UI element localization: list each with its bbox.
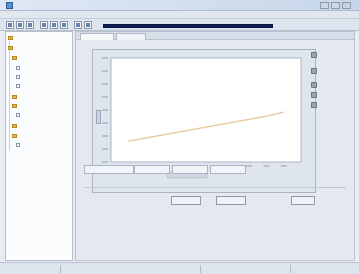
y-tick-label	[102, 161, 108, 163]
cut-icon	[42, 23, 46, 27]
cut-button[interactable]	[40, 21, 48, 29]
app-icon	[6, 2, 13, 9]
y-axis	[102, 57, 108, 163]
toolbar	[0, 19, 359, 31]
grid-icon[interactable]	[311, 102, 317, 108]
status-separator	[290, 265, 291, 273]
folder-icon	[12, 56, 17, 60]
tab-data[interactable]	[116, 33, 146, 40]
menu-bar	[0, 11, 359, 19]
y-tick-label	[102, 70, 108, 72]
file-icon	[16, 75, 20, 79]
divider	[84, 187, 346, 188]
y-tick-label	[102, 109, 108, 111]
file-icon	[16, 143, 20, 147]
new-button[interactable]	[6, 21, 14, 29]
print-button[interactable]	[74, 21, 82, 29]
file-icon	[16, 84, 20, 88]
tab-strip	[76, 32, 354, 40]
copy-button[interactable]	[50, 21, 58, 29]
y-axis-label-box	[96, 110, 101, 124]
save-button[interactable]	[26, 21, 34, 29]
bottom-tab[interactable]	[172, 165, 208, 174]
help-icon	[86, 23, 90, 27]
status-bar	[0, 262, 359, 274]
print-icon	[76, 23, 80, 27]
y-tick-label	[102, 96, 108, 98]
zoom-in-icon[interactable]	[311, 52, 317, 58]
apply-button[interactable]	[171, 196, 201, 205]
tab-graph[interactable]	[80, 33, 114, 40]
minimize-button[interactable]	[320, 2, 329, 9]
folder-icon	[12, 124, 17, 128]
address-bar[interactable]	[103, 24, 273, 28]
navigation-tree	[5, 31, 73, 261]
copy-icon	[52, 23, 56, 27]
y-tick-label	[102, 57, 108, 59]
close-button[interactable]	[342, 2, 351, 9]
folder-icon	[8, 36, 13, 40]
maximize-button[interactable]	[331, 2, 340, 9]
open-button[interactable]	[16, 21, 24, 29]
tree-guide-line	[9, 41, 10, 151]
status-separator	[200, 265, 201, 273]
ok-button[interactable]	[291, 196, 315, 205]
save-icon	[28, 23, 32, 27]
app-window	[0, 0, 359, 274]
file-icon	[16, 113, 20, 117]
unit-field[interactable]	[84, 165, 134, 174]
status-separator	[60, 265, 61, 273]
folder-icon	[12, 134, 17, 138]
y-tick-label	[102, 122, 108, 124]
plot-area	[110, 57, 302, 163]
x-tick-label	[280, 165, 287, 167]
title-bar	[0, 0, 359, 11]
file-icon	[16, 66, 20, 70]
y-tick-label	[102, 135, 108, 137]
new-icon	[8, 23, 12, 27]
help-button[interactable]	[84, 21, 92, 29]
legend-icon[interactable]	[311, 92, 317, 98]
x-tick-label	[263, 165, 270, 167]
pan-icon[interactable]	[311, 82, 317, 88]
main-panel	[75, 31, 355, 261]
y-tick-label	[102, 83, 108, 85]
folder-icon	[12, 104, 17, 108]
zoom-out-icon[interactable]	[311, 68, 317, 74]
bottom-tab[interactable]	[134, 165, 170, 174]
bottom-tab[interactable]	[210, 165, 246, 174]
paste-icon	[62, 23, 66, 27]
folder-icon	[12, 95, 17, 99]
open-icon	[18, 23, 22, 27]
reset-button[interactable]	[216, 196, 246, 205]
x-tick-label	[246, 165, 253, 167]
folder-icon	[8, 46, 13, 50]
paste-button[interactable]	[60, 21, 68, 29]
y-tick-label	[102, 148, 108, 150]
